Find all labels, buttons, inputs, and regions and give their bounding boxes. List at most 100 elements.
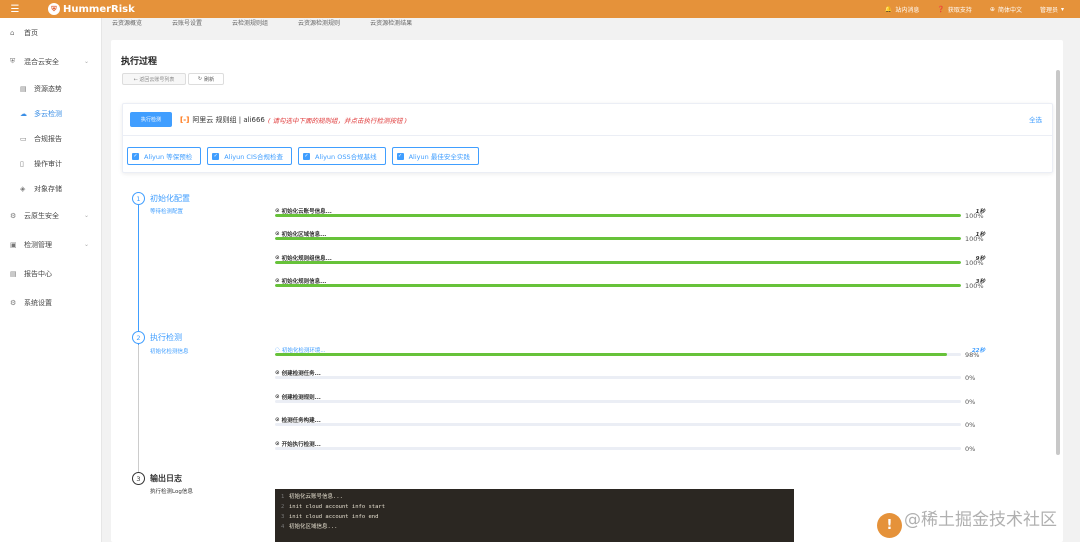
sidebar-item[interactable]: ⛨ 混合云安全 ⌄	[0, 47, 101, 76]
subnav-tab[interactable]: 云账号设置	[172, 18, 202, 27]
user-menu[interactable]: 管理员 ▾	[1040, 5, 1064, 14]
page-title: 执行过程	[121, 57, 158, 67]
log-line: 3 init cloud account info end	[281, 512, 788, 522]
language-label: 简体中文	[997, 6, 1022, 14]
sidebar-item-label: 云原生安全	[24, 211, 59, 220]
step-title: 初始化配置	[150, 194, 190, 203]
scrollbar[interactable]	[1056, 70, 1060, 455]
cloud-icon: ☁	[20, 109, 27, 118]
sidebar-item[interactable]: ▯ 操作审计	[0, 151, 101, 176]
sidebar-item[interactable]: ▤ 资源态势	[0, 76, 101, 101]
step-connector-active	[138, 205, 139, 345]
bell-icon: 🔔	[884, 5, 893, 13]
support-link[interactable]: ❓ 获取支持	[937, 5, 972, 14]
select-all-link[interactable]: 全选	[1029, 114, 1042, 124]
refresh-icon: ↻	[197, 76, 203, 82]
step-subtitle: 等待检测配置	[150, 209, 184, 215]
refresh-button[interactable]: ↻ 刷新	[188, 73, 224, 85]
sidebar-item-label: 对象存储	[34, 184, 62, 193]
log-line-text: init cloud account info end	[289, 514, 379, 520]
log-line: 2 init cloud account info start	[281, 502, 788, 512]
hint-text: ( 请勾选中下面的规则组，并点击执行检测按钮 )	[267, 117, 408, 125]
messages-link[interactable]: 🔔 站内消息	[885, 5, 920, 14]
audit-icon: ▯	[20, 159, 24, 168]
doc-icon: ▭	[20, 134, 27, 143]
subnav-tab[interactable]: 云检测规则组	[232, 18, 268, 27]
rule-group-checkbox[interactable]: ✓ Aliyun CIS合规检查	[207, 147, 293, 165]
sidebar-item[interactable]: ⚙ 云原生安全 ⌄	[0, 201, 101, 230]
sidebar-item-label: 合规报告	[34, 134, 62, 143]
log-line-number: 1	[281, 494, 285, 500]
sidebar-item[interactable]: ⌂ 首页	[0, 18, 101, 47]
run-check-button[interactable]: 执行检测	[130, 112, 172, 127]
sidebar-item-label: 系统设置	[24, 298, 52, 307]
progress-fill	[275, 237, 961, 240]
sidebar: ⌂ 首页 ⛨ 混合云安全 ⌄ ▤ 资源态势 ☁ 多云检测 ▭ 合规报告 ▯ 操作审计 ◈ 对象存储 ⚙ 云原生安…	[0, 18, 102, 542]
sidebar-item[interactable]: ⚙ 系统设置	[0, 288, 101, 317]
chart-icon: ▤	[20, 84, 27, 93]
sidebar-item[interactable]: ▤ 报告中心	[0, 259, 101, 288]
rule-group-checkbox[interactable]: ✓ Aliyun 最佳安全实践	[391, 147, 479, 165]
watermark: @稀土掘金技术社区	[904, 510, 1057, 530]
log-line-text: 初始化区域信息...	[289, 524, 338, 530]
monitor-icon: ▣	[10, 240, 17, 249]
progress-bar	[275, 237, 961, 240]
sidebar-item-label: 多云检测	[34, 109, 62, 118]
rule-group-label: Aliyun 等保预检	[144, 153, 193, 161]
help-icon: ❓	[937, 5, 945, 13]
step-number: 3	[132, 472, 145, 485]
chevron-icon: ⌄	[83, 212, 89, 219]
language-switch[interactable]: ⊕ 简体中文	[990, 5, 1022, 14]
step-title: 执行检测	[150, 333, 182, 342]
subnav-tab[interactable]: 云资源概览	[112, 18, 142, 27]
settings-icon: ⚙	[10, 298, 17, 307]
step-title: 输出日志	[150, 474, 182, 483]
gear-icon: ⚙	[10, 211, 17, 220]
subnav-tab[interactable]: 云资源检测规则	[298, 18, 340, 27]
progress-bar	[275, 214, 961, 217]
progress-percent: 100%	[965, 212, 984, 220]
aliyun-logo-icon: [-]	[180, 116, 190, 124]
task-progress-row: ⊙ 初始化区域信息... 1秒 100%	[275, 230, 985, 250]
progress-percent: 100%	[965, 235, 984, 243]
sub-nav: 云资源概览 云账号设置 云检测规则组 云资源检测规则 云资源检测结果	[102, 18, 412, 27]
progress-bar	[275, 423, 961, 426]
sidebar-item[interactable]: ◈ 对象存储	[0, 176, 101, 201]
progress-percent: 100%	[965, 282, 984, 290]
sidebar-item[interactable]: ▭ 合规报告	[0, 126, 101, 151]
rule-group-checkboxes: ✓ Aliyun 等保预检 ✓ Aliyun CIS合规检查 ✓ Aliyun OSS合规…	[127, 147, 479, 165]
step-subtitle: 初始化检测信息	[150, 349, 189, 355]
log-line-number: 2	[281, 504, 285, 510]
task-progress-row: ⊙ 初始化云账号信息... 1秒 100%	[275, 207, 985, 227]
feedback-button[interactable]: !	[877, 513, 902, 538]
progress-percent: 0%	[965, 421, 976, 429]
brand-logo[interactable]: ⛨ HummerRisk	[48, 3, 135, 15]
rule-group-panel: 执行检测 [-] 阿里云 规则组 | ali666 ( 请勾选中下面的规则组，并…	[122, 103, 1053, 173]
report-icon: ▤	[10, 269, 17, 278]
sidebar-item-label: 资源态势	[34, 84, 62, 93]
subnav-tab[interactable]: 云资源检测结果	[370, 18, 412, 27]
progress-bar	[275, 261, 961, 264]
chevron-icon: ⌄	[83, 241, 89, 248]
sidebar-item[interactable]: ☁ 多云检测	[0, 101, 101, 126]
home-icon: ⌂	[10, 28, 15, 37]
panel-header: 执行检测 [-] 阿里云 规则组 | ali666 ( 请勾选中下面的规则组，并…	[123, 104, 1052, 136]
progress-fill	[275, 214, 961, 217]
log-line-number: 4	[281, 524, 285, 530]
account-text: 阿里云 规则组 | ali666	[192, 116, 265, 124]
progress-bar	[275, 284, 961, 287]
checkbox-checked-icon: ✓	[132, 152, 139, 160]
chevron-icon: ⌄	[83, 58, 89, 65]
rule-group-checkbox[interactable]: ✓ Aliyun 等保预检	[127, 147, 202, 165]
task-progress-row: ⊙ 创建检测任务... 0%	[275, 369, 985, 389]
globe-icon: ⊕	[989, 5, 995, 13]
progress-bar	[275, 376, 961, 379]
messages-label: 站内消息	[895, 6, 920, 14]
sidebar-item[interactable]: ▣ 检测管理 ⌄	[0, 230, 101, 259]
rule-group-checkbox[interactable]: ✓ Aliyun OSS合规基线	[298, 147, 386, 165]
log-line-text: 初始化云账号信息...	[289, 494, 343, 500]
back-button[interactable]: ← 返回云账号列表	[122, 73, 186, 85]
sidebar-item-label: 首页	[24, 28, 38, 37]
menu-icon[interactable]: ☰	[0, 0, 30, 18]
top-bar: ☰ ⛨ HummerRisk 🔔 站内消息 ❓ 获取支持 ⊕ 简体中文 管理员 ▾	[0, 0, 1080, 18]
